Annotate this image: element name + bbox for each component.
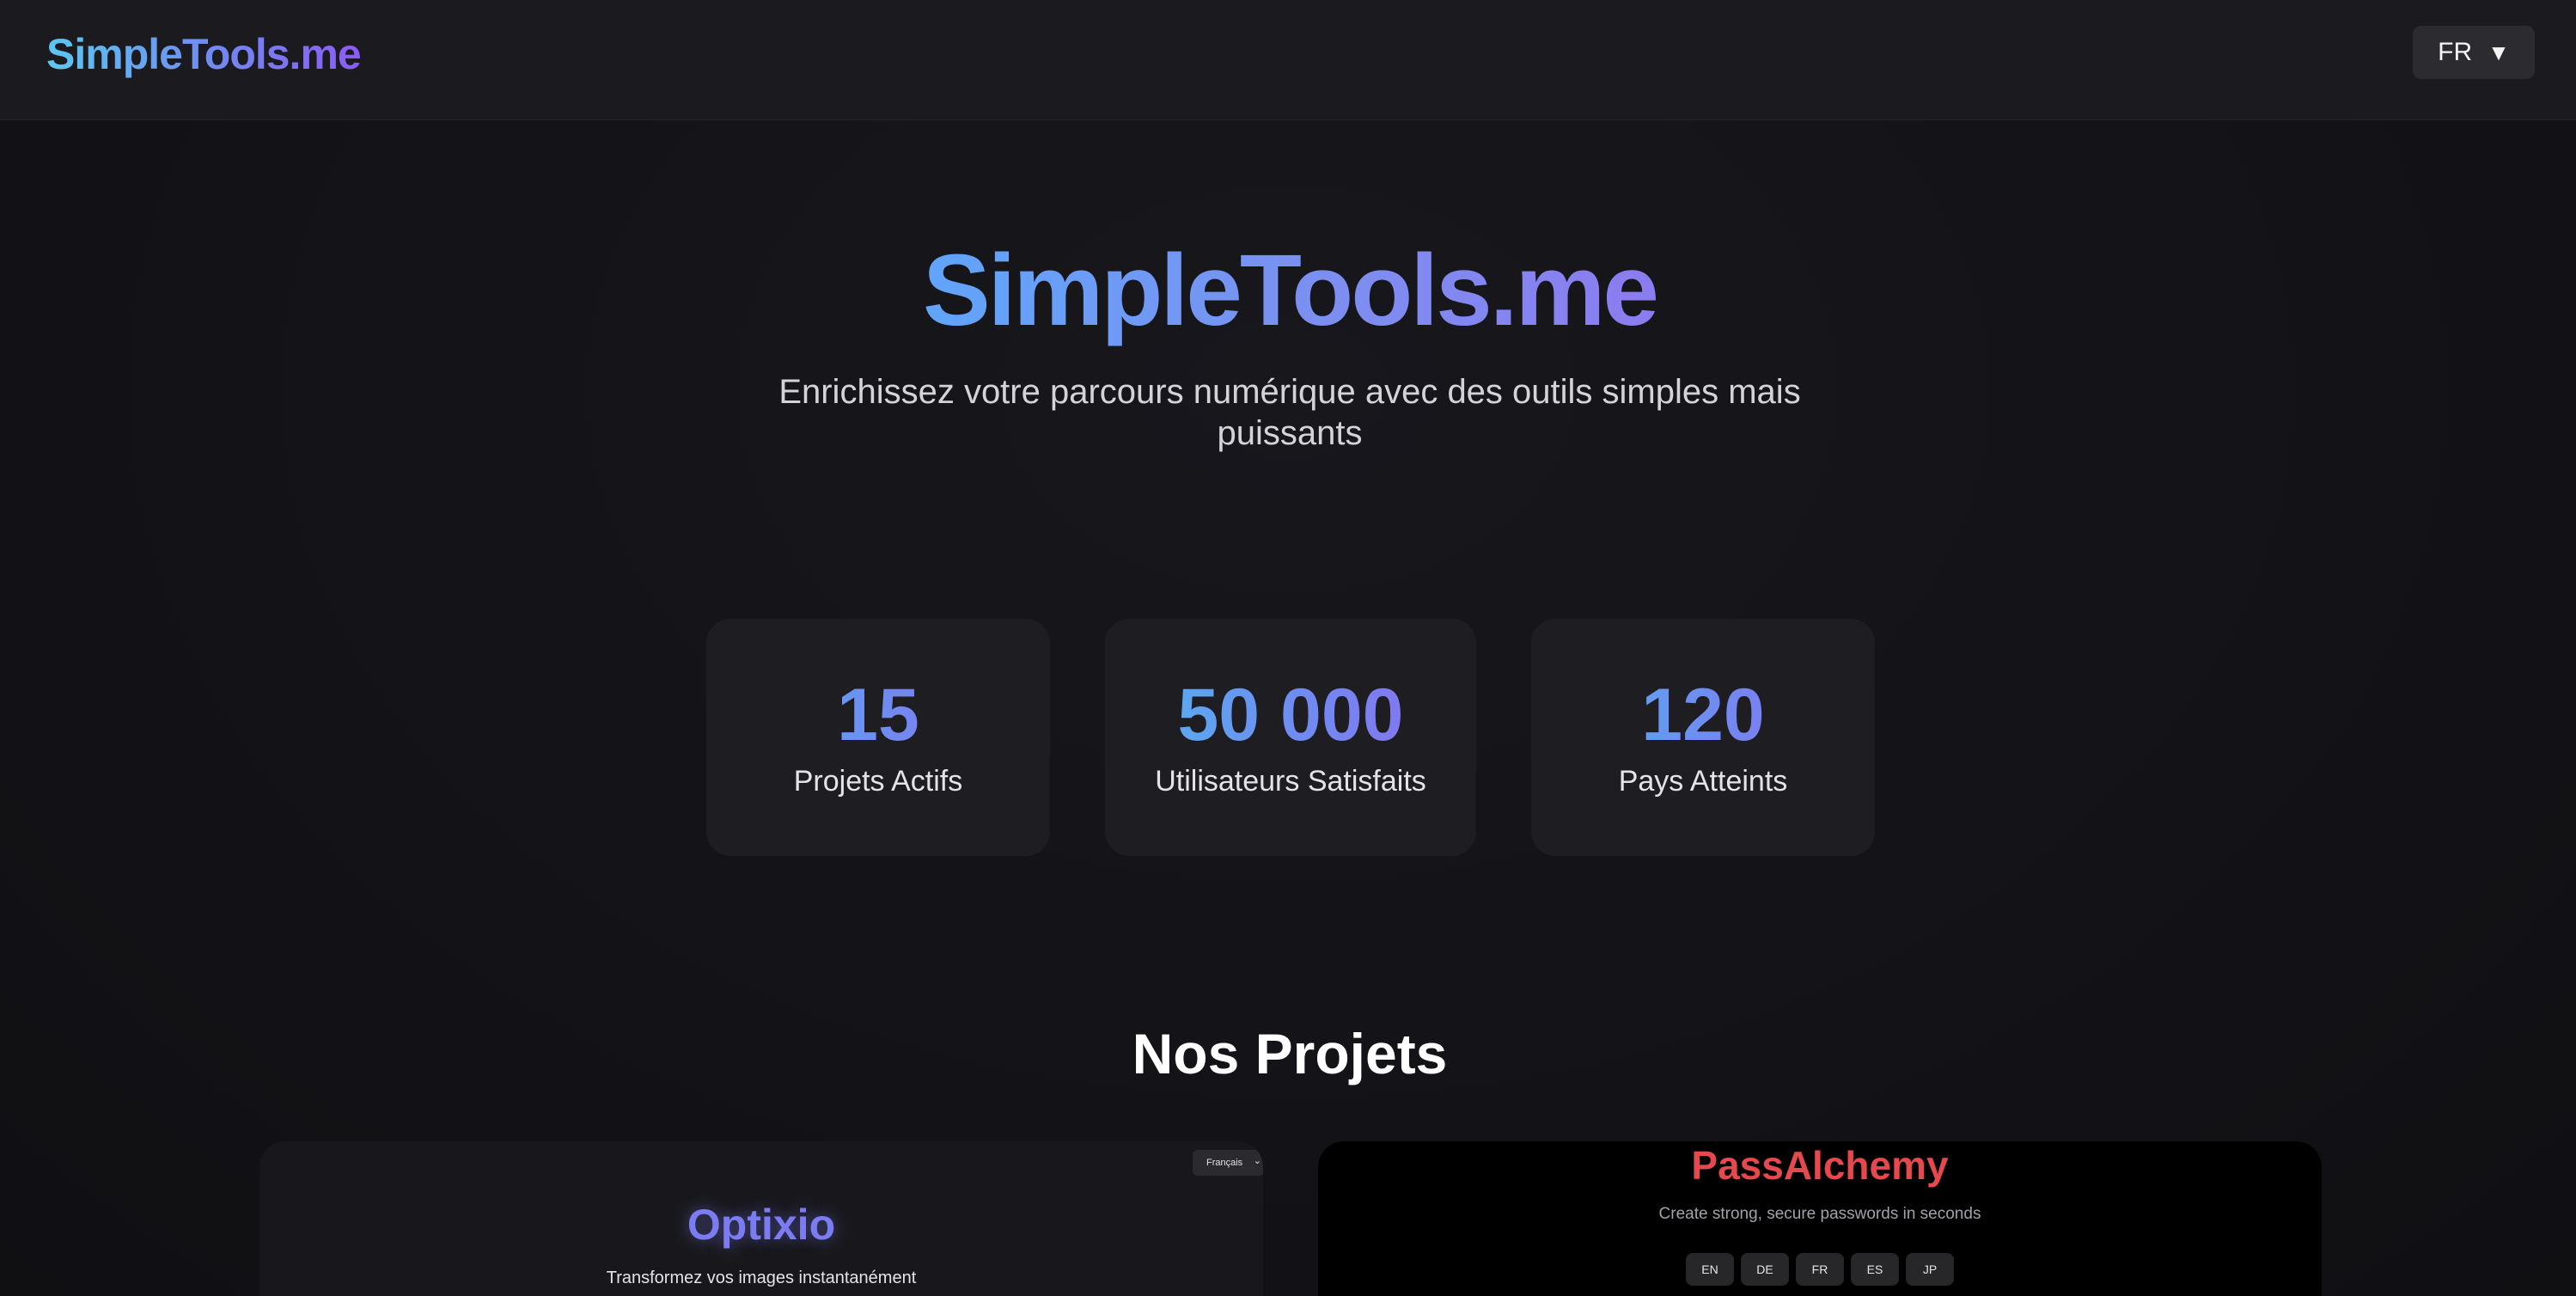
hero-subtitle-line-1: Enrichissez votre parcours numérique ave… — [778, 373, 1801, 411]
top-navbar: SimpleTools.me FR ▼ — [0, 0, 2576, 120]
chevron-down-icon: ⌄ — [1253, 1156, 1261, 1166]
passalchemy-title: PassAlchemy — [1691, 1143, 1949, 1188]
project-card-passalchemy[interactable]: PassAlchemy Create strong, secure passwo… — [1318, 1141, 2322, 1296]
language-label: FR — [2438, 38, 2473, 66]
stat-label: Pays Atteints — [1618, 765, 1788, 798]
language-option-fr[interactable]: FR — [1796, 1253, 1844, 1286]
hero-subtitle-line-2: puissants — [1217, 414, 1363, 452]
project-card-optixio[interactable]: Français ⌄ Optixio Transformez vos image… — [259, 1141, 1263, 1296]
language-option-es[interactable]: ES — [1851, 1253, 1899, 1286]
language-option-jp[interactable]: JP — [1906, 1253, 1954, 1286]
stat-value: 50 000 — [1105, 672, 1476, 758]
brand-logo-link[interactable]: SimpleTools.me — [46, 26, 362, 83]
optixio-language-value: Français — [1206, 1158, 1243, 1168]
optixio-subtitle: Transformez vos images instantanément — [606, 1268, 917, 1287]
language-dropdown-button[interactable]: FR ▼ — [2413, 26, 2535, 79]
stat-value: 15 — [706, 672, 1050, 758]
stat-card-users: 50 000 Utilisateurs Satisfaits — [1105, 619, 1476, 856]
stat-label: Utilisateurs Satisfaits — [1155, 765, 1426, 798]
stat-value: 120 — [1531, 672, 1875, 758]
hero-title-text: SimpleTools.me — [922, 234, 1659, 347]
caret-down-icon: ▼ — [2487, 39, 2510, 65]
language-option-en[interactable]: EN — [1686, 1253, 1734, 1286]
hero-subtitle: Enrichissez votre parcours numérique ave… — [0, 371, 2576, 454]
passalchemy-language-switcher: EN DE FR ES JP — [1318, 1253, 2322, 1286]
projects-section-title: Nos Projets — [1132, 1022, 1448, 1085]
stat-card-countries: 120 Pays Atteints — [1531, 619, 1875, 856]
optixio-language-select[interactable]: Français ⌄ — [1193, 1150, 1263, 1176]
language-option-de[interactable]: DE — [1741, 1253, 1789, 1286]
passalchemy-subtitle: Create strong, secure passwords in secon… — [1658, 1205, 1981, 1223]
stat-label: Projets Actifs — [793, 765, 963, 798]
hero-title: SimpleTools.me — [0, 230, 2576, 351]
stat-card-projects: 15 Projets Actifs — [706, 619, 1050, 856]
optixio-title: Optixio — [687, 1201, 836, 1249]
